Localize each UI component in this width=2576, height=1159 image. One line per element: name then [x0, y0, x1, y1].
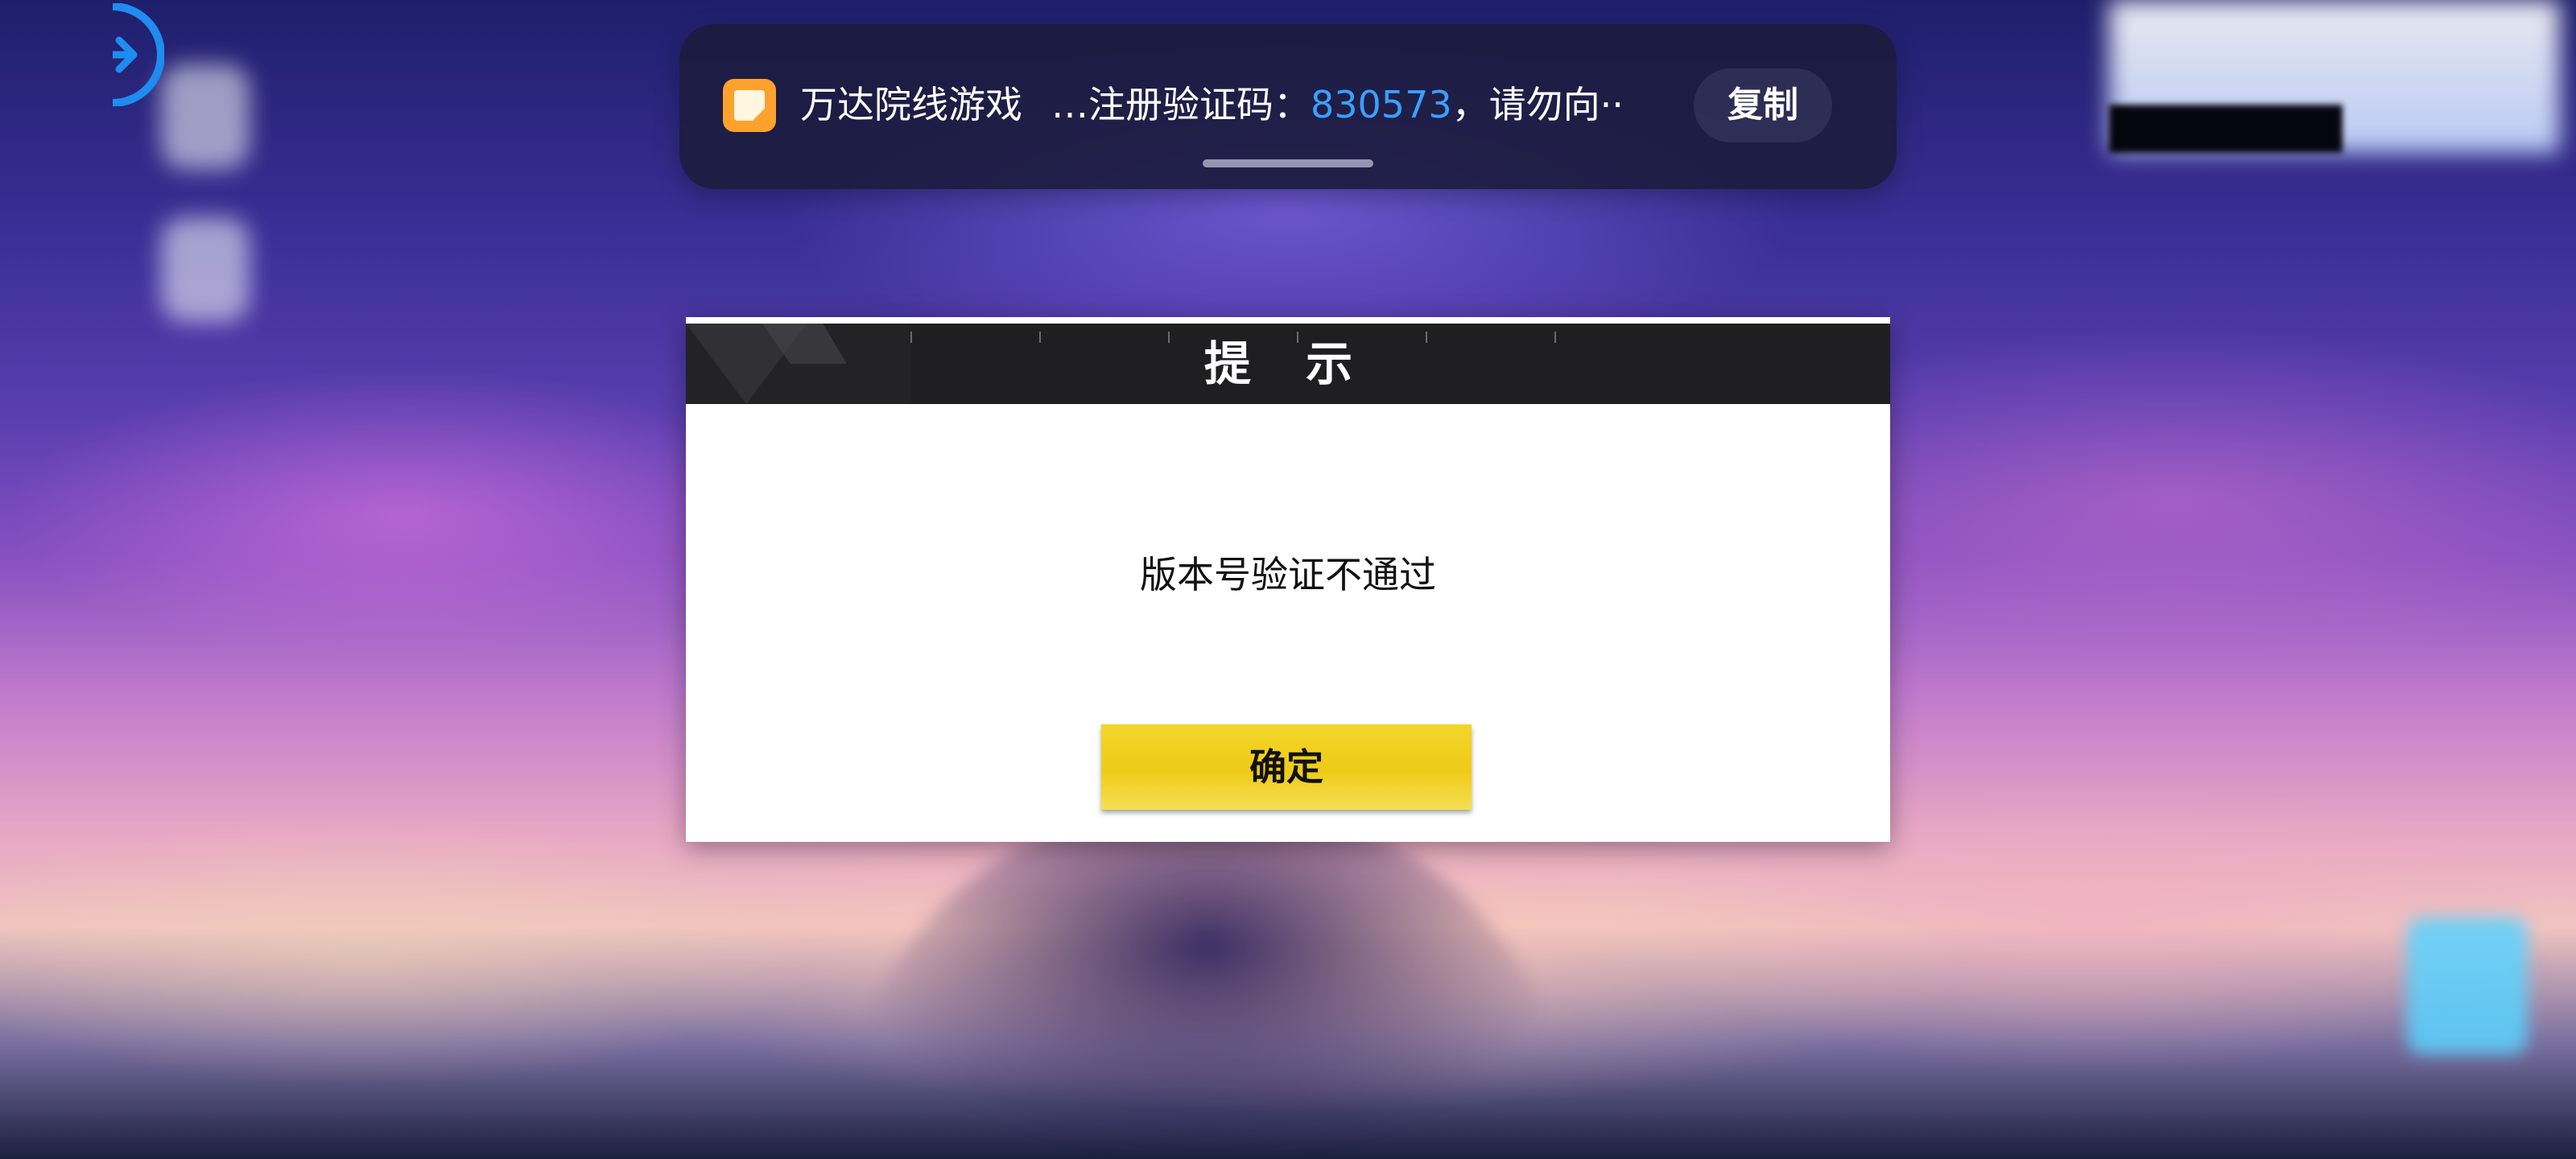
background-blurred-button: [2407, 918, 2528, 1054]
notification-drag-handle[interactable]: [1203, 159, 1373, 167]
copy-button[interactable]: 复制: [1694, 68, 1832, 142]
verification-code: 830573: [1311, 83, 1452, 126]
alert-dialog: 提 示 版本号验证不通过 确定: [686, 317, 1890, 842]
app-icon: [723, 79, 776, 132]
notification-app-name: 万达院线游戏: [800, 83, 1022, 126]
confirm-button[interactable]: 确定: [1101, 724, 1472, 810]
notification-message: …注册验证码：830573，请勿向··: [1051, 80, 1624, 129]
notification-message-suffix: ，请勿向··: [1451, 83, 1624, 126]
back-arrow-icon[interactable]: [113, 3, 164, 106]
notification-banner[interactable]: 万达院线游戏 …注册验证码：830573，请勿向·· 复制: [679, 24, 1897, 189]
dialog-message: 版本号验证不通过: [1140, 553, 1436, 596]
background-side-icon: [161, 64, 250, 169]
dialog-title: 提 示: [1203, 336, 1373, 391]
game-screen: 万达院线游戏 …注册验证码：830573，请勿向·· 复制 提 示 版本号验证不…: [0, 0, 2576, 1159]
background-character: [845, 805, 1570, 1159]
dialog-header: 提 示: [686, 324, 1890, 404]
background-blurred-bar: [2109, 105, 2343, 153]
notification-message-prefix: …注册验证码：: [1051, 83, 1311, 126]
background-side-icon: [161, 217, 250, 322]
